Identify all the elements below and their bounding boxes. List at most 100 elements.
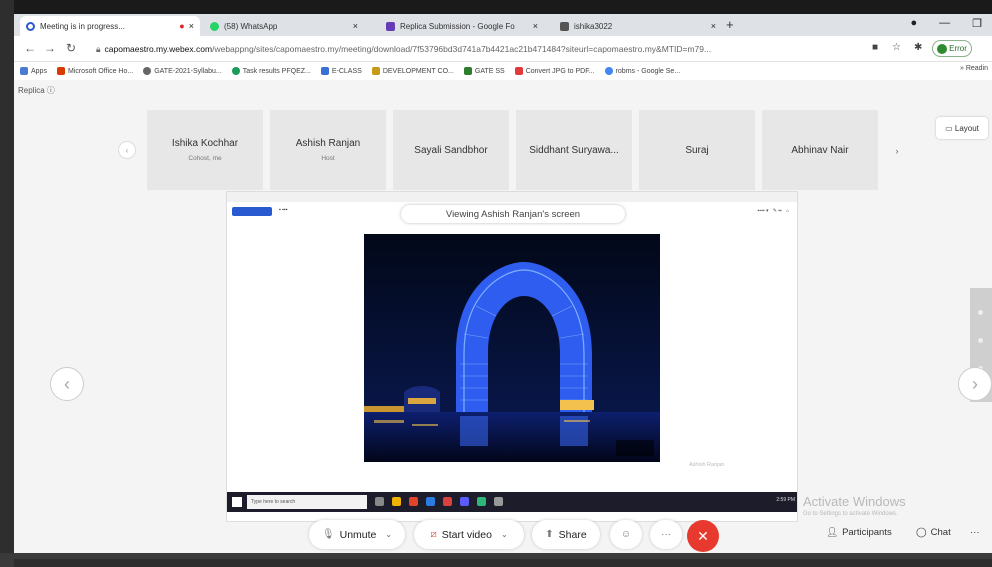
- end-meeting-button[interactable]: ✕: [687, 520, 719, 552]
- chat-button[interactable]: ◯ Chat: [916, 527, 951, 538]
- star-icon[interactable]: ☆: [892, 42, 901, 53]
- chevron-down-icon[interactable]: ⌄: [385, 530, 392, 539]
- participant-card[interactable]: Suraj: [639, 110, 755, 190]
- taskbar-search: Type here to search: [247, 495, 367, 509]
- participant-card[interactable]: Abhinav Nair: [762, 110, 878, 190]
- bookmark-development[interactable]: DEVELOPMENT CO...: [371, 67, 454, 75]
- tab-meeting[interactable]: Meeting is in progress... ● ×: [20, 16, 200, 36]
- participant-name: Ishika Kochhar: [171, 138, 239, 149]
- bookmark-label: Convert JPG to PDF...: [525, 67, 595, 75]
- unmute-label: Unmute: [339, 528, 377, 541]
- share-button[interactable]: ⬆︎ Share: [532, 520, 600, 549]
- activate-windows-watermark: Activate Windows Go to Settings to activ…: [803, 494, 906, 517]
- presenter-label: Ashish Ranjan: [689, 462, 725, 468]
- close-icon[interactable]: ×: [189, 21, 194, 31]
- participants-next-button[interactable]: ›: [888, 142, 906, 160]
- extensions-icon[interactable]: ✱: [914, 42, 922, 53]
- google-icon: [604, 67, 613, 75]
- bookmark-label: robms - Google Se...: [615, 67, 681, 75]
- overflow-menu-button[interactable]: ···: [970, 527, 980, 538]
- eclass-icon: [320, 67, 329, 75]
- error-label: Error: [949, 44, 967, 53]
- forward-icon[interactable]: →: [44, 41, 56, 55]
- unmute-button[interactable]: 🎙︎ Unmute ⌄: [309, 520, 405, 549]
- profile-icon[interactable]: ●: [910, 17, 917, 30]
- video-off-icon: ⧄: [430, 529, 437, 540]
- close-icon[interactable]: ×: [353, 21, 358, 31]
- shared-hotel-photo: [364, 234, 660, 462]
- window-controls: ● — ❐: [910, 17, 982, 30]
- bookmark-label: Apps: [31, 67, 47, 75]
- next-page-button[interactable]: ›: [958, 367, 992, 401]
- reload-icon[interactable]: ↻: [66, 41, 76, 55]
- top-bezel: [0, 0, 992, 14]
- bookmark-task-results[interactable]: Task results PFQEZ...: [231, 67, 311, 75]
- participant-card[interactable]: Siddhant Suryawa...: [516, 110, 632, 190]
- tab-label: Meeting is in progress...: [40, 21, 125, 31]
- overflow-icon: ···: [970, 527, 980, 538]
- tab-whatsapp[interactable]: (58) WhatsApp ×: [204, 16, 364, 36]
- start-video-button[interactable]: ⧄ Start video ⌄: [414, 520, 524, 549]
- participant-card[interactable]: Ishika Kochhar Cohost, me: [147, 110, 263, 190]
- tab-label: Replica Submission - Google Fo: [400, 21, 515, 31]
- windows-start-icon: [232, 497, 242, 507]
- screenshot-frame: Meeting is in progress... ● × (58) Whats…: [0, 0, 992, 567]
- bookmark-eclass[interactable]: E-CLASS: [320, 67, 362, 75]
- bookmark-label: GATE-2021-Syllabu...: [154, 67, 222, 75]
- hotel-illustration: [364, 234, 660, 462]
- whatsapp-icon: [210, 21, 219, 31]
- more-options-button[interactable]: ···: [650, 520, 682, 549]
- chrome-icon: [409, 497, 418, 506]
- tab-replica-form[interactable]: Replica Submission - Google Fo ×: [380, 16, 544, 36]
- bookmark-gate-ss[interactable]: GATE SS: [463, 67, 505, 75]
- taskbar-icons: [375, 497, 503, 506]
- development-icon: [371, 67, 380, 75]
- participant-name: Siddhant Suryawa...: [529, 144, 619, 156]
- participants-icon: 👤︎: [826, 527, 839, 538]
- close-icon[interactable]: ×: [533, 21, 538, 31]
- reactions-button[interactable]: ☺: [610, 520, 642, 549]
- app-icon: [443, 497, 452, 506]
- bookmark-office[interactable]: Microsoft Office Ho...: [56, 67, 133, 75]
- bookmark-gate-syllabus[interactable]: GATE-2021-Syllabu...: [143, 67, 222, 75]
- shared-presenter-name: Ashish Ranjan: [689, 462, 724, 469]
- globe-icon: [143, 67, 152, 75]
- bookmark-apps[interactable]: Apps: [20, 67, 47, 75]
- bookmark-label: DEVELOPMENT CO...: [382, 67, 454, 75]
- task-icon: [231, 67, 240, 75]
- back-icon[interactable]: ←: [24, 41, 36, 55]
- chevron-down-icon[interactable]: ⌄: [501, 530, 508, 539]
- participant-card[interactable]: Ashish Ranjan Host: [270, 110, 386, 190]
- bookmark-google[interactable]: robms - Google Se...: [604, 67, 681, 75]
- bookmark-jpg-pdf[interactable]: Convert JPG to PDF...: [514, 67, 595, 75]
- shared-app-button: [232, 207, 272, 216]
- profile-error-button[interactable]: Error: [932, 40, 972, 57]
- lock-icon: 🔒︎: [96, 43, 101, 54]
- dot-icon: [978, 310, 983, 315]
- office-icon: [56, 67, 65, 75]
- minimize-icon[interactable]: —: [939, 17, 950, 30]
- reading-list-button[interactable]: » Readin: [960, 65, 988, 72]
- participants-button[interactable]: 👤︎ Participants: [826, 527, 892, 538]
- edge-icon: [426, 497, 435, 506]
- participants-prev-button[interactable]: ‹: [118, 141, 136, 159]
- url-path: /webappng/sites/capomaestro.my/meeting/d…: [212, 44, 712, 54]
- meeting-title[interactable]: Replica ⓘ: [18, 85, 55, 96]
- gate-icon: [463, 67, 472, 75]
- prev-page-button[interactable]: ‹: [50, 367, 84, 401]
- close-icon[interactable]: ×: [711, 21, 716, 31]
- chat-label: Chat: [930, 527, 951, 538]
- address-bar[interactable]: 🔒︎ capomaestro.my.webex.com/webappng/sit…: [96, 40, 856, 58]
- participant-card[interactable]: Sayali Sandbhor: [393, 110, 509, 190]
- app-icon: [494, 497, 503, 506]
- shared-app-tools: ▪▪▪▪ ▾ ✎ ▪▪ ⌂: [757, 208, 789, 214]
- left-bezel: [0, 0, 14, 553]
- camera-icon[interactable]: ■: [872, 42, 878, 53]
- app-icon: [460, 497, 469, 506]
- restore-icon[interactable]: ❐: [972, 17, 982, 30]
- smiley-icon: ☺: [620, 529, 632, 540]
- participant-name: Ashish Ranjan: [295, 138, 361, 149]
- tab-ishika[interactable]: ishika3022 ×: [554, 16, 722, 36]
- new-tab-button[interactable]: +: [726, 17, 734, 32]
- info-icon[interactable]: ⓘ: [47, 86, 55, 95]
